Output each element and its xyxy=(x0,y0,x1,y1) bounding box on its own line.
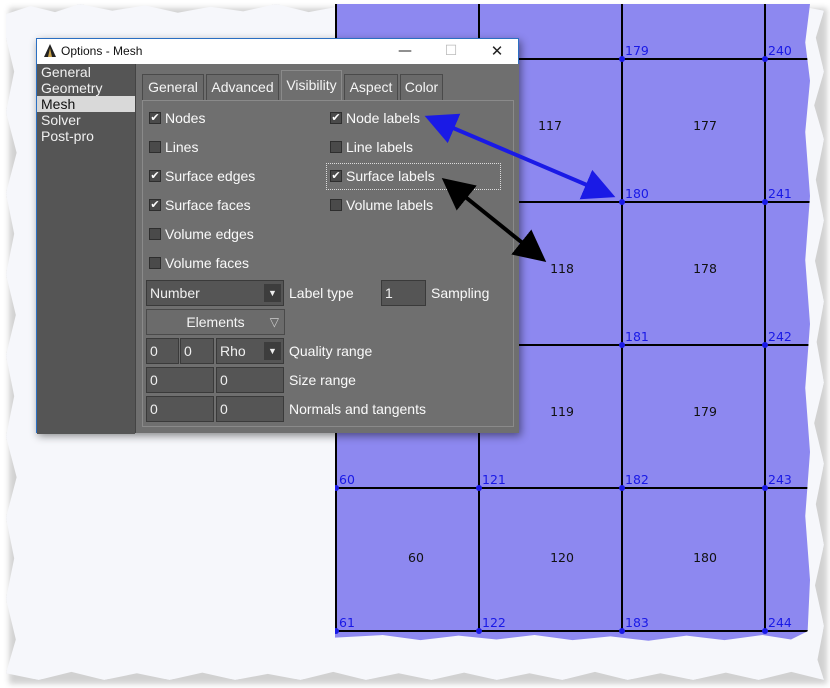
checkbox-label: Line labels xyxy=(346,139,413,155)
node-label: 121 xyxy=(482,472,506,487)
normals-input[interactable]: 0 xyxy=(146,396,214,422)
quality-min-input[interactable]: 0 xyxy=(146,338,179,364)
elements-button[interactable]: Elements ▽ xyxy=(146,309,285,335)
normals-tangents-label: Normals and tangents xyxy=(289,401,426,417)
node-label: 243 xyxy=(768,472,792,487)
node-label: 122 xyxy=(482,615,506,630)
category-item-mesh[interactable]: Mesh xyxy=(37,96,135,112)
size-max-input[interactable]: 0 xyxy=(216,367,284,393)
dropdown-arrow-icon: ▼ xyxy=(264,284,281,302)
node-label: 183 xyxy=(625,615,649,630)
tangents-input[interactable]: 0 xyxy=(216,396,284,422)
checkbox-label: Surface faces xyxy=(165,197,251,213)
options-mesh-dialog: Options - Mesh — ☐ ✕ General Geometry Me… xyxy=(36,38,519,434)
minimize-button[interactable]: — xyxy=(382,39,428,64)
gmsh-logo-icon xyxy=(44,44,56,57)
dialog-title: Options - Mesh xyxy=(61,44,143,58)
normals-value: 0 xyxy=(150,401,158,417)
tangents-value: 0 xyxy=(220,401,228,417)
checkbox-label: Volume faces xyxy=(165,255,250,271)
element-label: 177 xyxy=(693,118,717,133)
element-label: 118 xyxy=(550,261,574,276)
label-type-value: Number xyxy=(150,285,200,301)
label-type-select[interactable]: Number ▼ xyxy=(146,280,284,306)
checkbox-label: Surface labels xyxy=(346,168,435,184)
title-bar[interactable]: Options - Mesh — ☐ ✕ xyxy=(37,39,518,64)
checkbox-label: Lines xyxy=(165,139,199,155)
category-item-post-pro[interactable]: Post-pro xyxy=(37,128,135,144)
visibility-tab-body: ✔ Nodes Lines ✔ Surface edges ✔ Surface … xyxy=(142,100,514,427)
menu-triangle-icon: ▽ xyxy=(269,315,279,329)
node-label: 241 xyxy=(768,186,792,201)
close-button[interactable]: ✕ xyxy=(474,39,520,64)
quality-max-input[interactable]: 0 xyxy=(180,338,214,364)
node-label: 244 xyxy=(768,615,792,630)
size-range-label: Size range xyxy=(289,372,356,388)
label-type-label: Label type xyxy=(289,285,354,301)
element-label: 178 xyxy=(693,261,717,276)
checkbox-label: Volume edges xyxy=(165,226,254,242)
checkbox-check-icon: ✔ xyxy=(149,199,161,211)
node-label: 182 xyxy=(625,472,649,487)
elements-button-label: Elements xyxy=(186,314,245,330)
checkbox-empty-icon xyxy=(149,257,161,269)
element-label: 119 xyxy=(550,404,574,419)
checkbox-label: Volume labels xyxy=(346,197,434,213)
tab-visibility[interactable]: Visibility xyxy=(281,70,342,101)
quality-min-value: 0 xyxy=(150,343,158,359)
checkbox-check-icon: ✔ xyxy=(149,170,161,182)
tab-color[interactable]: Color xyxy=(400,74,443,100)
size-max-value: 0 xyxy=(220,372,228,388)
size-min-input[interactable]: 0 xyxy=(146,367,214,393)
maximize-button[interactable]: ☐ xyxy=(428,39,474,64)
node-label: 180 xyxy=(625,186,649,201)
sampling-input[interactable]: 1 xyxy=(381,280,426,306)
quality-max-value: 0 xyxy=(184,343,192,359)
sampling-value: 1 xyxy=(385,285,393,301)
checkbox-check-icon: ✔ xyxy=(330,170,342,182)
node-label: 61 xyxy=(339,615,355,630)
category-item-geometry[interactable]: Geometry xyxy=(37,80,135,96)
node-label: 240 xyxy=(768,43,792,58)
node-label: 179 xyxy=(625,43,649,58)
checkbox-label: Surface edges xyxy=(165,168,256,184)
quality-measure-value: Rho xyxy=(220,343,246,359)
category-item-solver[interactable]: Solver xyxy=(37,112,135,128)
checkbox-empty-icon xyxy=(330,141,342,153)
checkbox-empty-icon xyxy=(330,199,342,211)
checkbox-label: Nodes xyxy=(165,110,206,126)
checkbox-check-icon: ✔ xyxy=(149,112,161,124)
checkbox-check-icon: ✔ xyxy=(330,112,342,124)
element-label: 120 xyxy=(550,550,574,565)
tab-general[interactable]: General xyxy=(142,74,204,100)
tab-aspect[interactable]: Aspect xyxy=(344,74,398,100)
element-label: 60 xyxy=(408,550,424,565)
checkbox-empty-icon xyxy=(149,141,161,153)
dropdown-arrow-icon: ▼ xyxy=(264,342,281,360)
checkbox-label: Node labels xyxy=(346,110,420,126)
sampling-label: Sampling xyxy=(431,285,490,301)
quality-range-label: Quality range xyxy=(289,343,373,359)
element-label: 179 xyxy=(693,404,717,419)
size-min-value: 0 xyxy=(150,372,158,388)
node-label: 181 xyxy=(625,329,649,344)
quality-measure-select[interactable]: Rho ▼ xyxy=(216,338,284,364)
node-label: 60 xyxy=(339,472,355,487)
element-label: 117 xyxy=(538,118,562,133)
tab-advanced[interactable]: Advanced xyxy=(206,74,279,100)
options-panel: General Advanced Visibility Aspect Color… xyxy=(135,64,519,433)
category-list: General Geometry Mesh Solver Post-pro xyxy=(37,64,135,434)
node-label: 242 xyxy=(768,329,792,344)
category-item-general[interactable]: General xyxy=(37,64,135,80)
checkbox-empty-icon xyxy=(149,228,161,240)
element-label: 180 xyxy=(693,550,717,565)
